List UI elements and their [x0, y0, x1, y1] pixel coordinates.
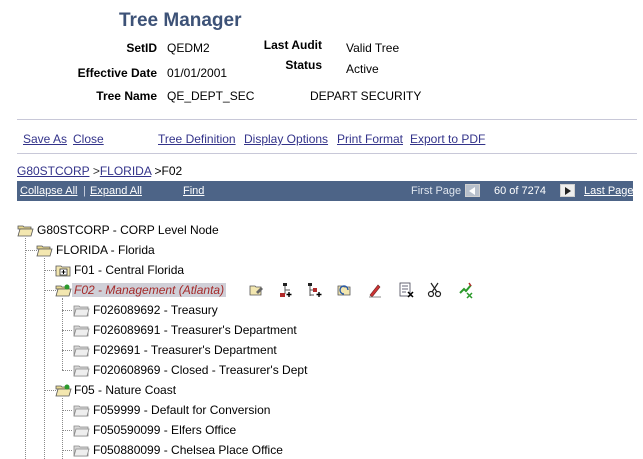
setid-value: QEDM2: [167, 41, 210, 55]
insert-sibling-icon[interactable]: [276, 281, 294, 299]
arrow-left-icon: [469, 187, 475, 195]
folder-leaf-icon[interactable]: [73, 424, 90, 437]
arrow-right-icon: [565, 187, 571, 195]
save-as-link[interactable]: Save As: [23, 132, 67, 146]
setid-label: SetID: [126, 41, 157, 55]
tree-line: [62, 450, 72, 451]
delete-node-icon[interactable]: [397, 281, 415, 299]
tree-line-f02-children: [62, 298, 63, 370]
effective-date-value: 01/01/2001: [167, 66, 228, 80]
breadcrumb: G80STCORP >FLORIDA >F02: [17, 164, 182, 178]
display-options-link[interactable]: Display Options: [244, 132, 328, 146]
tree-node-root[interactable]: G80STCORP - CORP Level Node: [37, 223, 219, 237]
close-link[interactable]: Close: [73, 132, 104, 146]
folder-leaf-icon[interactable]: [73, 364, 90, 377]
page-title: Tree Manager: [119, 10, 242, 31]
last-audit-value: Valid Tree: [346, 41, 400, 55]
tree-node-leaf[interactable]: F026089691 - Treasurer's Department: [93, 323, 297, 337]
next-page-button[interactable]: [560, 184, 575, 197]
tree-node-f01[interactable]: F01 - Central Florida: [74, 263, 184, 277]
tree-node-florida[interactable]: FLORIDA - Florida: [56, 243, 155, 257]
expand-all-link[interactable]: Expand All: [90, 185, 142, 197]
status-value: Active: [346, 62, 379, 76]
breadcrumb-separator: >: [92, 164, 100, 178]
page-info: 60 of 7274: [494, 185, 546, 197]
folder-open-icon[interactable]: [17, 224, 34, 237]
tree-node-leaf[interactable]: F050590099 - Elfers Office: [93, 423, 236, 437]
tree-node-leaf[interactable]: F050880099 - Chelsea Place Office: [93, 443, 283, 457]
folder-open-icon[interactable]: [55, 284, 72, 297]
first-page-label: First Page: [411, 185, 462, 197]
folder-leaf-icon[interactable]: [73, 324, 90, 337]
folder-open-icon[interactable]: [36, 244, 53, 257]
insert-detail-icon[interactable]: [336, 281, 354, 299]
status-label: Status: [285, 58, 322, 72]
last-page-link[interactable]: Last Page: [584, 185, 634, 197]
folder-open-icon[interactable]: [55, 384, 72, 397]
folder-leaf-icon[interactable]: [73, 444, 90, 457]
tree-line-florida-children: [44, 258, 45, 459]
breadcrumb-florida[interactable]: FLORIDA: [100, 164, 151, 178]
tree-node-f02-selected[interactable]: F02 - Management (Atlanta): [72, 283, 227, 297]
divider-bottom: [17, 153, 637, 154]
tree-name-value: QE_DEPT_SEC: [167, 89, 255, 103]
previous-page-button[interactable]: [465, 184, 480, 197]
breadcrumb-current: >F02: [154, 164, 183, 178]
breadcrumb-root[interactable]: G80STCORP: [17, 164, 89, 178]
print-format-link[interactable]: Print Format: [337, 132, 403, 146]
tree-line: [62, 370, 72, 371]
paste-icon[interactable]: [457, 281, 475, 299]
tree-line: [62, 350, 72, 351]
cut-icon[interactable]: [426, 281, 444, 299]
tree-node-leaf[interactable]: F020608969 - Closed - Treasurer's Dept: [93, 363, 307, 377]
effective-date-label: Effective Date: [77, 66, 157, 80]
folder-closed-expand-icon[interactable]: [55, 264, 72, 277]
folder-leaf-icon[interactable]: [73, 304, 90, 317]
export-pdf-link[interactable]: Export to PDF: [410, 132, 485, 146]
tree-node-leaf[interactable]: F059999 - Default for Conversion: [93, 403, 270, 417]
tree-node-leaf[interactable]: F026089692 - Treasury: [93, 303, 218, 317]
tree-line: [62, 410, 72, 411]
edit-pencil-icon[interactable]: [366, 281, 384, 299]
tree-line: [62, 430, 72, 431]
last-audit-label: Last Audit: [263, 38, 322, 52]
tree-navigation-bar: Collapse All | Expand All Find First Pag…: [17, 181, 634, 201]
tree-description: DEPART SECURITY: [310, 89, 422, 103]
insert-child-icon[interactable]: [305, 281, 323, 299]
navbar-separator: |: [83, 185, 86, 197]
collapse-all-link[interactable]: Collapse All: [20, 185, 77, 197]
find-link[interactable]: Find: [183, 185, 204, 197]
tree-node-f05[interactable]: F05 - Nature Coast: [74, 383, 176, 397]
tree-line: [62, 310, 72, 311]
folder-leaf-icon[interactable]: [73, 344, 90, 357]
tree-line: [62, 330, 72, 331]
tree-definition-link[interactable]: Tree Definition: [158, 132, 236, 146]
tree-name-label: Tree Name: [96, 89, 157, 103]
folder-leaf-icon[interactable]: [73, 404, 90, 417]
tree-node-leaf[interactable]: F029691 - Treasurer's Department: [93, 343, 277, 357]
tree-line-root: [25, 238, 26, 459]
edit-data-icon[interactable]: [247, 281, 265, 299]
divider-top: [17, 119, 637, 120]
